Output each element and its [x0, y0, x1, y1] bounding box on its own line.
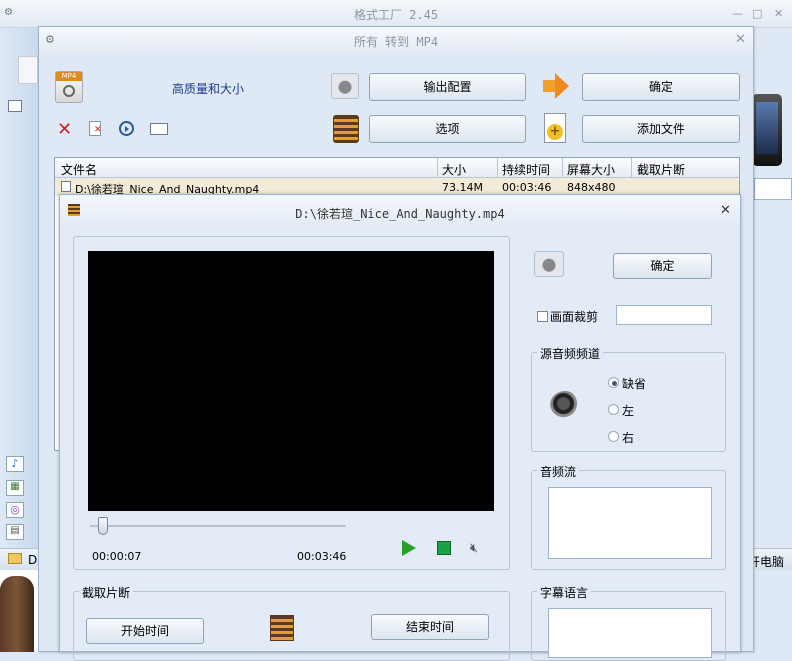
person-image — [0, 576, 34, 652]
minimize-button[interactable]: — — [732, 7, 743, 20]
clip-dialog-titlebar: D:\徐若瑄_Nice_And_Naughty.mp4 ✕ — [60, 195, 740, 227]
clip-dialog: D:\徐若瑄_Nice_And_Naughty.mp4 ✕ 00:00:07 0… — [59, 194, 741, 661]
arrow-right-icon — [543, 71, 569, 101]
picture-category-icon[interactable]: ▦ — [6, 480, 24, 496]
play-file-icon[interactable] — [119, 121, 134, 136]
ok-button[interactable]: 确定 — [582, 73, 740, 101]
clip-dialog-title: D:\徐若瑄_Nice_And_Naughty.mp4 — [295, 207, 505, 221]
format-dialog-title: 所有 转到 MP4 — [353, 35, 439, 49]
stop-icon[interactable] — [437, 541, 451, 555]
add-file-icon: + — [544, 113, 566, 143]
radio-default-label: 缺省 — [622, 377, 647, 391]
right-panel-box — [754, 178, 792, 200]
options-button[interactable]: 选项 — [369, 115, 526, 143]
seek-handle[interactable] — [97, 517, 108, 535]
radio-right[interactable] — [608, 431, 619, 442]
panel-icon[interactable] — [8, 100, 22, 112]
subtitle-legend: 字幕语言 — [537, 584, 592, 601]
current-time: 00:00:07 — [92, 550, 142, 563]
crop-label: 画面裁剪 — [550, 310, 599, 324]
maximize-button[interactable]: □ — [752, 7, 762, 20]
crop-checkbox[interactable] — [537, 311, 548, 322]
quality-label: 高质量和大小 — [172, 82, 245, 96]
start-time-button[interactable]: 开始时间 — [86, 618, 204, 644]
options-film-icon — [333, 115, 359, 143]
audio-stream-list[interactable] — [548, 487, 712, 559]
drive-icon — [8, 553, 22, 564]
radio-left[interactable] — [608, 404, 619, 415]
audio-channel-legend: 源音频频道 — [537, 345, 604, 362]
column-header-size[interactable]: 大小 — [442, 161, 466, 178]
audio-stream-legend: 音频流 — [537, 463, 580, 480]
crop-input[interactable] — [616, 305, 712, 325]
video-preview — [88, 251, 494, 511]
radio-right-label: 右 — [622, 431, 635, 445]
seek-track[interactable] — [90, 525, 346, 527]
column-header-duration[interactable]: 持续时间 — [502, 161, 550, 178]
file-type-icon — [61, 181, 71, 192]
radio-left-label: 左 — [622, 404, 635, 418]
app-titlebar: ⚙ 格式工厂 2.45 — □ ✕ — [0, 0, 792, 28]
audio-category-icon[interactable]: ♪ — [6, 456, 24, 472]
file-info-icon[interactable] — [150, 123, 168, 135]
mute-icon[interactable]: 🔇︎ — [470, 541, 478, 556]
left-sidebar: ♪ ▦ ◎ ▤ — [0, 28, 40, 556]
radio-default[interactable] — [608, 377, 619, 388]
play-icon[interactable] — [402, 540, 416, 556]
end-time-button[interactable]: 结束时间 — [371, 614, 489, 640]
rom-category-icon[interactable]: ◎ — [6, 502, 24, 518]
speaker-icon — [550, 391, 580, 419]
clip-film-icon — [270, 615, 294, 641]
table-header: 文件名 大小 持续时间 屏幕大小 截取片断 — [55, 158, 739, 178]
tools-category-icon[interactable]: ▤ — [6, 524, 24, 540]
format-dialog-close-button[interactable]: ✕ — [735, 32, 746, 47]
phone-image — [752, 94, 782, 166]
clip-legend: 截取片断 — [79, 584, 134, 601]
clear-list-icon[interactable]: ✕ — [89, 121, 102, 136]
clip-dialog-close-button[interactable]: ✕ — [720, 203, 731, 218]
clip-ok-button[interactable]: 确定 — [613, 253, 712, 279]
settings-icon — [534, 251, 564, 277]
column-header-clip[interactable]: 截取片断 — [637, 161, 685, 178]
cell-screen-size: 848x480 — [567, 181, 616, 194]
app-title: 格式工厂 2.45 — [353, 8, 439, 22]
cell-duration: 00:03:46 — [502, 181, 552, 194]
mp4-format-icon: MP4 — [55, 71, 83, 103]
total-time: 00:03:46 — [297, 550, 347, 563]
subtitle-list[interactable] — [548, 608, 712, 658]
format-dialog-titlebar: ⚙ 所有 转到 MP4 ✕ — [39, 27, 753, 53]
new-task-icon[interactable] — [18, 56, 38, 84]
delete-icon[interactable]: ✕ — [57, 119, 72, 140]
output-config-icon — [331, 73, 359, 99]
add-file-button[interactable]: 添加文件 — [582, 115, 740, 143]
cell-size: 73.14M — [442, 181, 483, 194]
column-header-screen-size[interactable]: 屏幕大小 — [567, 161, 615, 178]
column-header-filename[interactable]: 文件名 — [61, 161, 97, 178]
close-button[interactable]: ✕ — [774, 7, 783, 20]
output-config-button[interactable]: 输出配置 — [369, 73, 526, 101]
